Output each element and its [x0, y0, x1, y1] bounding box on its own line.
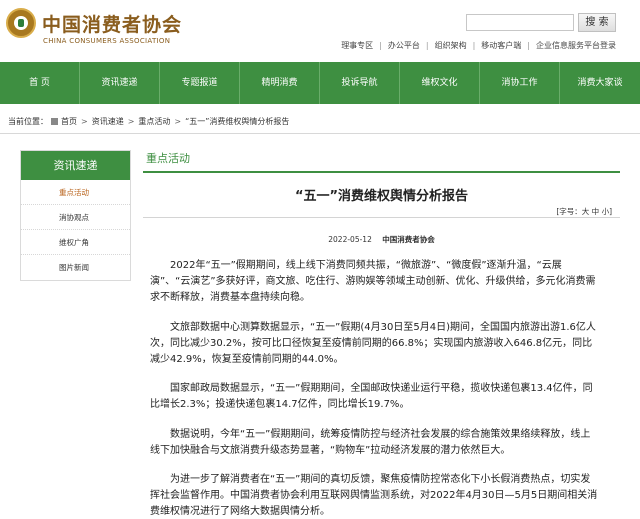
breadcrumb-activities[interactable]: 重点活动 — [138, 116, 170, 127]
nav-item-news[interactable]: 资讯速递 — [80, 62, 160, 104]
site-title[interactable]: 中国消费者协会 — [42, 10, 182, 37]
main-nav: 首 页 资讯速递 专题报道 精明消费 投诉导航 维权文化 消协工作 消费大家谈 — [0, 62, 640, 104]
nav-item-home[interactable]: 首 页 — [0, 62, 80, 104]
home-icon — [51, 118, 58, 125]
section-label: 重点活动 — [146, 152, 190, 165]
nav-item-smart-consumption[interactable]: 精明消费 — [240, 62, 320, 104]
site-header: 中国消费者协会 CHINA CONSUMERS ASSOCIATION 搜 索 … — [0, 0, 640, 62]
cca-logo-icon[interactable] — [6, 8, 36, 38]
sidebar: 资讯速递 重点活动 消协观点 维权广角 图片新闻 — [20, 150, 131, 281]
divider: | — [527, 41, 530, 50]
article-source: 中国消费者协会 — [382, 235, 435, 244]
sidebar-item-photo-news[interactable]: 图片新闻 — [21, 255, 130, 280]
breadcrumb-separator: > — [81, 117, 88, 126]
sidebar-item-views[interactable]: 消协观点 — [21, 205, 130, 230]
nav-item-special[interactable]: 专题报道 — [160, 62, 240, 104]
breadcrumb-current: “五一”消费维权舆情分析报告 — [185, 117, 290, 126]
sidebar-heading: 资讯速递 — [21, 151, 130, 180]
search-button[interactable]: 搜 索 — [578, 13, 616, 32]
nav-item-complaint[interactable]: 投诉导航 — [320, 62, 400, 104]
paragraph: 国家邮政局数据显示，“五一”假期期间，全国邮政快递业运行平稳，揽收快递包裹13.… — [150, 383, 593, 411]
breadcrumb-separator: > — [174, 117, 182, 126]
article-date: 2022-05-12 — [328, 235, 372, 244]
nav-item-association-work[interactable]: 消协工作 — [480, 62, 560, 104]
divider: | — [379, 41, 382, 50]
breadcrumb-prefix: 当前位置： — [8, 117, 48, 126]
section-header: 重点活动 — [143, 150, 620, 173]
divider: | — [425, 41, 429, 50]
paragraph: 2022年“五一”假期期间，线上线下消费同频共振，“微旅游”、“微度假”逐渐升温… — [150, 260, 596, 304]
article-title: “五一”消费维权舆情分析报告 — [294, 189, 469, 204]
site-subtitle: CHINA CONSUMERS ASSOCIATION — [43, 37, 171, 45]
paragraph: 数据说明，今年“五一”假期期间，统筹疫情防控与经济社会发展的综合施策效果络续释放… — [150, 428, 591, 456]
article-body: 2022年“五一”假期期间，线上线下消费同频共振，“微旅游”、“微度假”逐渐升温… — [150, 258, 598, 519]
breadcrumb-news[interactable]: 资讯速递 — [92, 116, 124, 127]
paragraph: 为进一步了解消费者在“五一”期间的真切反馈，聚焦疫情防控常态化下小长假消费热点，… — [150, 474, 598, 518]
sidebar-item-rights-angle[interactable]: 维权广角 — [21, 230, 130, 255]
breadcrumb-separator: > — [127, 117, 135, 126]
divider — [0, 133, 640, 134]
nav-item-discussion[interactable]: 消费大家谈 — [560, 62, 640, 104]
font-size-control[interactable]: [字号：大 中 小] — [556, 206, 612, 217]
nav-item-rights-culture[interactable]: 维权文化 — [400, 62, 480, 104]
breadcrumb-home[interactable]: 首页 — [61, 116, 77, 127]
top-link-mobile[interactable]: 移动客户端 — [481, 40, 521, 51]
paragraph: 文旅部数据中心测算数据显示，“五一”假期(4月30日至5月4日)期间，全国国内旅… — [150, 321, 596, 366]
sidebar-item-key-activities[interactable]: 重点活动 — [21, 180, 130, 205]
breadcrumb: 当前位置： 首页 > 资讯速递 > 重点活动 > “五一”消费维权舆情分析报告 — [8, 116, 289, 127]
search-input[interactable] — [466, 14, 574, 31]
top-link-office[interactable]: 办公平台 — [388, 40, 420, 51]
top-links: 理事专区 | 办公平台 | 组织架构 | 移动客户端 | 企业信息服务平台登录 — [341, 40, 616, 51]
divider — [143, 217, 620, 218]
article-meta: 2022-05-12 中国消费者协会 — [143, 234, 620, 245]
divider: | — [472, 41, 476, 50]
top-link-council[interactable]: 理事专区 — [341, 40, 373, 51]
top-link-structure[interactable]: 组织架构 — [435, 40, 467, 51]
top-link-enterprise-login[interactable]: 企业信息服务平台登录 — [536, 40, 616, 51]
